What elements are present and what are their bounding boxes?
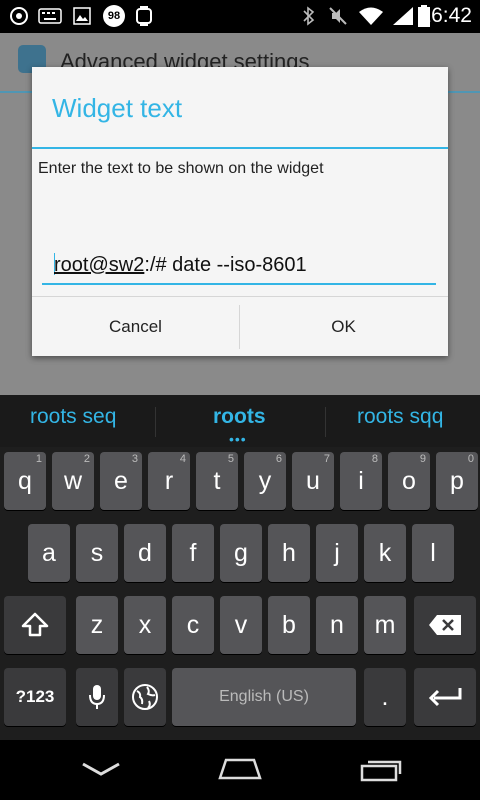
key-label: p xyxy=(450,466,464,495)
key-e[interactable]: e3 xyxy=(100,452,142,510)
key-hint: 4 xyxy=(179,453,186,465)
key-b[interactable]: b xyxy=(268,596,310,654)
key-hint: 7 xyxy=(323,453,330,465)
soft-keyboard: roots seq roots ••• roots sqq q1 w2 e3 r… xyxy=(0,395,480,740)
clock: 16:42 xyxy=(419,4,472,27)
key-w[interactable]: w2 xyxy=(52,452,94,510)
key-p[interactable]: p0 xyxy=(436,452,478,510)
signal-icon xyxy=(392,6,414,26)
key-k[interactable]: k xyxy=(364,524,406,582)
mute-icon xyxy=(328,6,348,26)
key-hint: 0 xyxy=(467,453,474,465)
key-o[interactable]: o9 xyxy=(388,452,430,510)
widget-text-input[interactable]: root@sw2:/# date --iso-8601 xyxy=(42,249,436,285)
key-label: o xyxy=(402,466,416,495)
back-icon[interactable] xyxy=(80,756,122,787)
composing-text: root@sw2 xyxy=(54,254,145,276)
suggestion-strip: roots seq roots ••• roots sqq xyxy=(0,395,480,447)
target-icon xyxy=(8,6,30,26)
key-z[interactable]: z xyxy=(76,596,118,654)
widget-text-dialog: Widget text Enter the text to be shown o… xyxy=(32,67,448,356)
key-label: r xyxy=(164,466,174,495)
key-label: i xyxy=(358,466,364,495)
period-key[interactable]: . xyxy=(364,668,406,726)
badge-icon: 98 xyxy=(102,5,126,27)
input-text-rest: :/# date --iso-8601 xyxy=(144,254,307,276)
key-f[interactable]: f xyxy=(172,524,214,582)
enter-key[interactable] xyxy=(414,668,476,726)
key-hint: 1 xyxy=(35,453,42,465)
backspace-key[interactable] xyxy=(414,596,476,654)
dialog-title-divider xyxy=(32,147,448,149)
widget-text-value[interactable]: root@sw2:/# date --iso-8601 xyxy=(54,253,307,277)
key-hint: 8 xyxy=(371,453,378,465)
wifi-icon xyxy=(358,6,384,26)
key-label: e xyxy=(114,466,128,495)
shift-key[interactable] xyxy=(4,596,66,654)
cancel-button[interactable]: Cancel xyxy=(32,297,239,357)
badge-number: 98 xyxy=(107,10,121,22)
suggestion-divider xyxy=(325,407,326,437)
key-x[interactable]: x xyxy=(124,596,166,654)
key-u[interactable]: u7 xyxy=(292,452,334,510)
key-a[interactable]: a xyxy=(28,524,70,582)
language-key[interactable] xyxy=(124,668,166,726)
key-s[interactable]: s xyxy=(76,524,118,582)
key-r[interactable]: r4 xyxy=(148,452,190,510)
key-label: u xyxy=(306,466,320,495)
key-q[interactable]: q1 xyxy=(4,452,46,510)
key-v[interactable]: v xyxy=(220,596,262,654)
key-hint: 2 xyxy=(83,453,90,465)
key-t[interactable]: t5 xyxy=(196,452,238,510)
navigation-bar xyxy=(0,740,480,800)
backspace-icon xyxy=(429,615,461,635)
dialog-message: Enter the text to be shown on the widget xyxy=(38,160,324,177)
recent-apps-icon[interactable] xyxy=(358,756,404,787)
more-suggestions-indicator[interactable]: ••• xyxy=(229,431,247,447)
key-label: t xyxy=(213,466,221,495)
key-label: y xyxy=(258,466,272,495)
key-i[interactable]: i8 xyxy=(340,452,382,510)
bluetooth-icon xyxy=(302,6,316,26)
space-key[interactable]: English (US) xyxy=(172,668,356,726)
key-g[interactable]: g xyxy=(220,524,262,582)
key-n[interactable]: n xyxy=(316,596,358,654)
key-label: w xyxy=(63,466,83,495)
key-h[interactable]: h xyxy=(268,524,310,582)
status-bar: 98 16:42 xyxy=(0,0,480,33)
key-hint: 3 xyxy=(131,453,138,465)
keyboard-icon xyxy=(38,6,62,26)
suggestion-center[interactable]: roots xyxy=(213,405,266,429)
key-d[interactable]: d xyxy=(124,524,166,582)
symbols-key[interactable]: ?123 xyxy=(4,668,66,726)
key-y[interactable]: y6 xyxy=(244,452,286,510)
suggestion-left[interactable]: roots seq xyxy=(30,405,116,429)
home-icon[interactable] xyxy=(216,756,264,787)
key-m[interactable]: m xyxy=(364,596,406,654)
shift-icon xyxy=(21,612,49,637)
dialog-title: Widget text xyxy=(52,93,183,123)
key-hint: 5 xyxy=(227,453,234,465)
ok-button[interactable]: OK xyxy=(240,297,447,357)
globe-icon xyxy=(132,684,158,710)
image-icon xyxy=(72,6,92,26)
watch-icon xyxy=(134,6,154,26)
key-c[interactable]: c xyxy=(172,596,214,654)
suggestion-right[interactable]: roots sqq xyxy=(357,405,443,429)
voice-input-key[interactable] xyxy=(76,668,118,726)
microphone-icon xyxy=(89,685,105,709)
key-l[interactable]: l xyxy=(412,524,454,582)
key-hint: 6 xyxy=(275,453,282,465)
key-label: q xyxy=(18,466,32,495)
key-j[interactable]: j xyxy=(316,524,358,582)
suggestion-divider xyxy=(155,407,156,437)
dialog-button-bar: Cancel OK xyxy=(32,296,448,357)
key-hint: 9 xyxy=(419,453,426,465)
enter-icon xyxy=(428,688,462,707)
